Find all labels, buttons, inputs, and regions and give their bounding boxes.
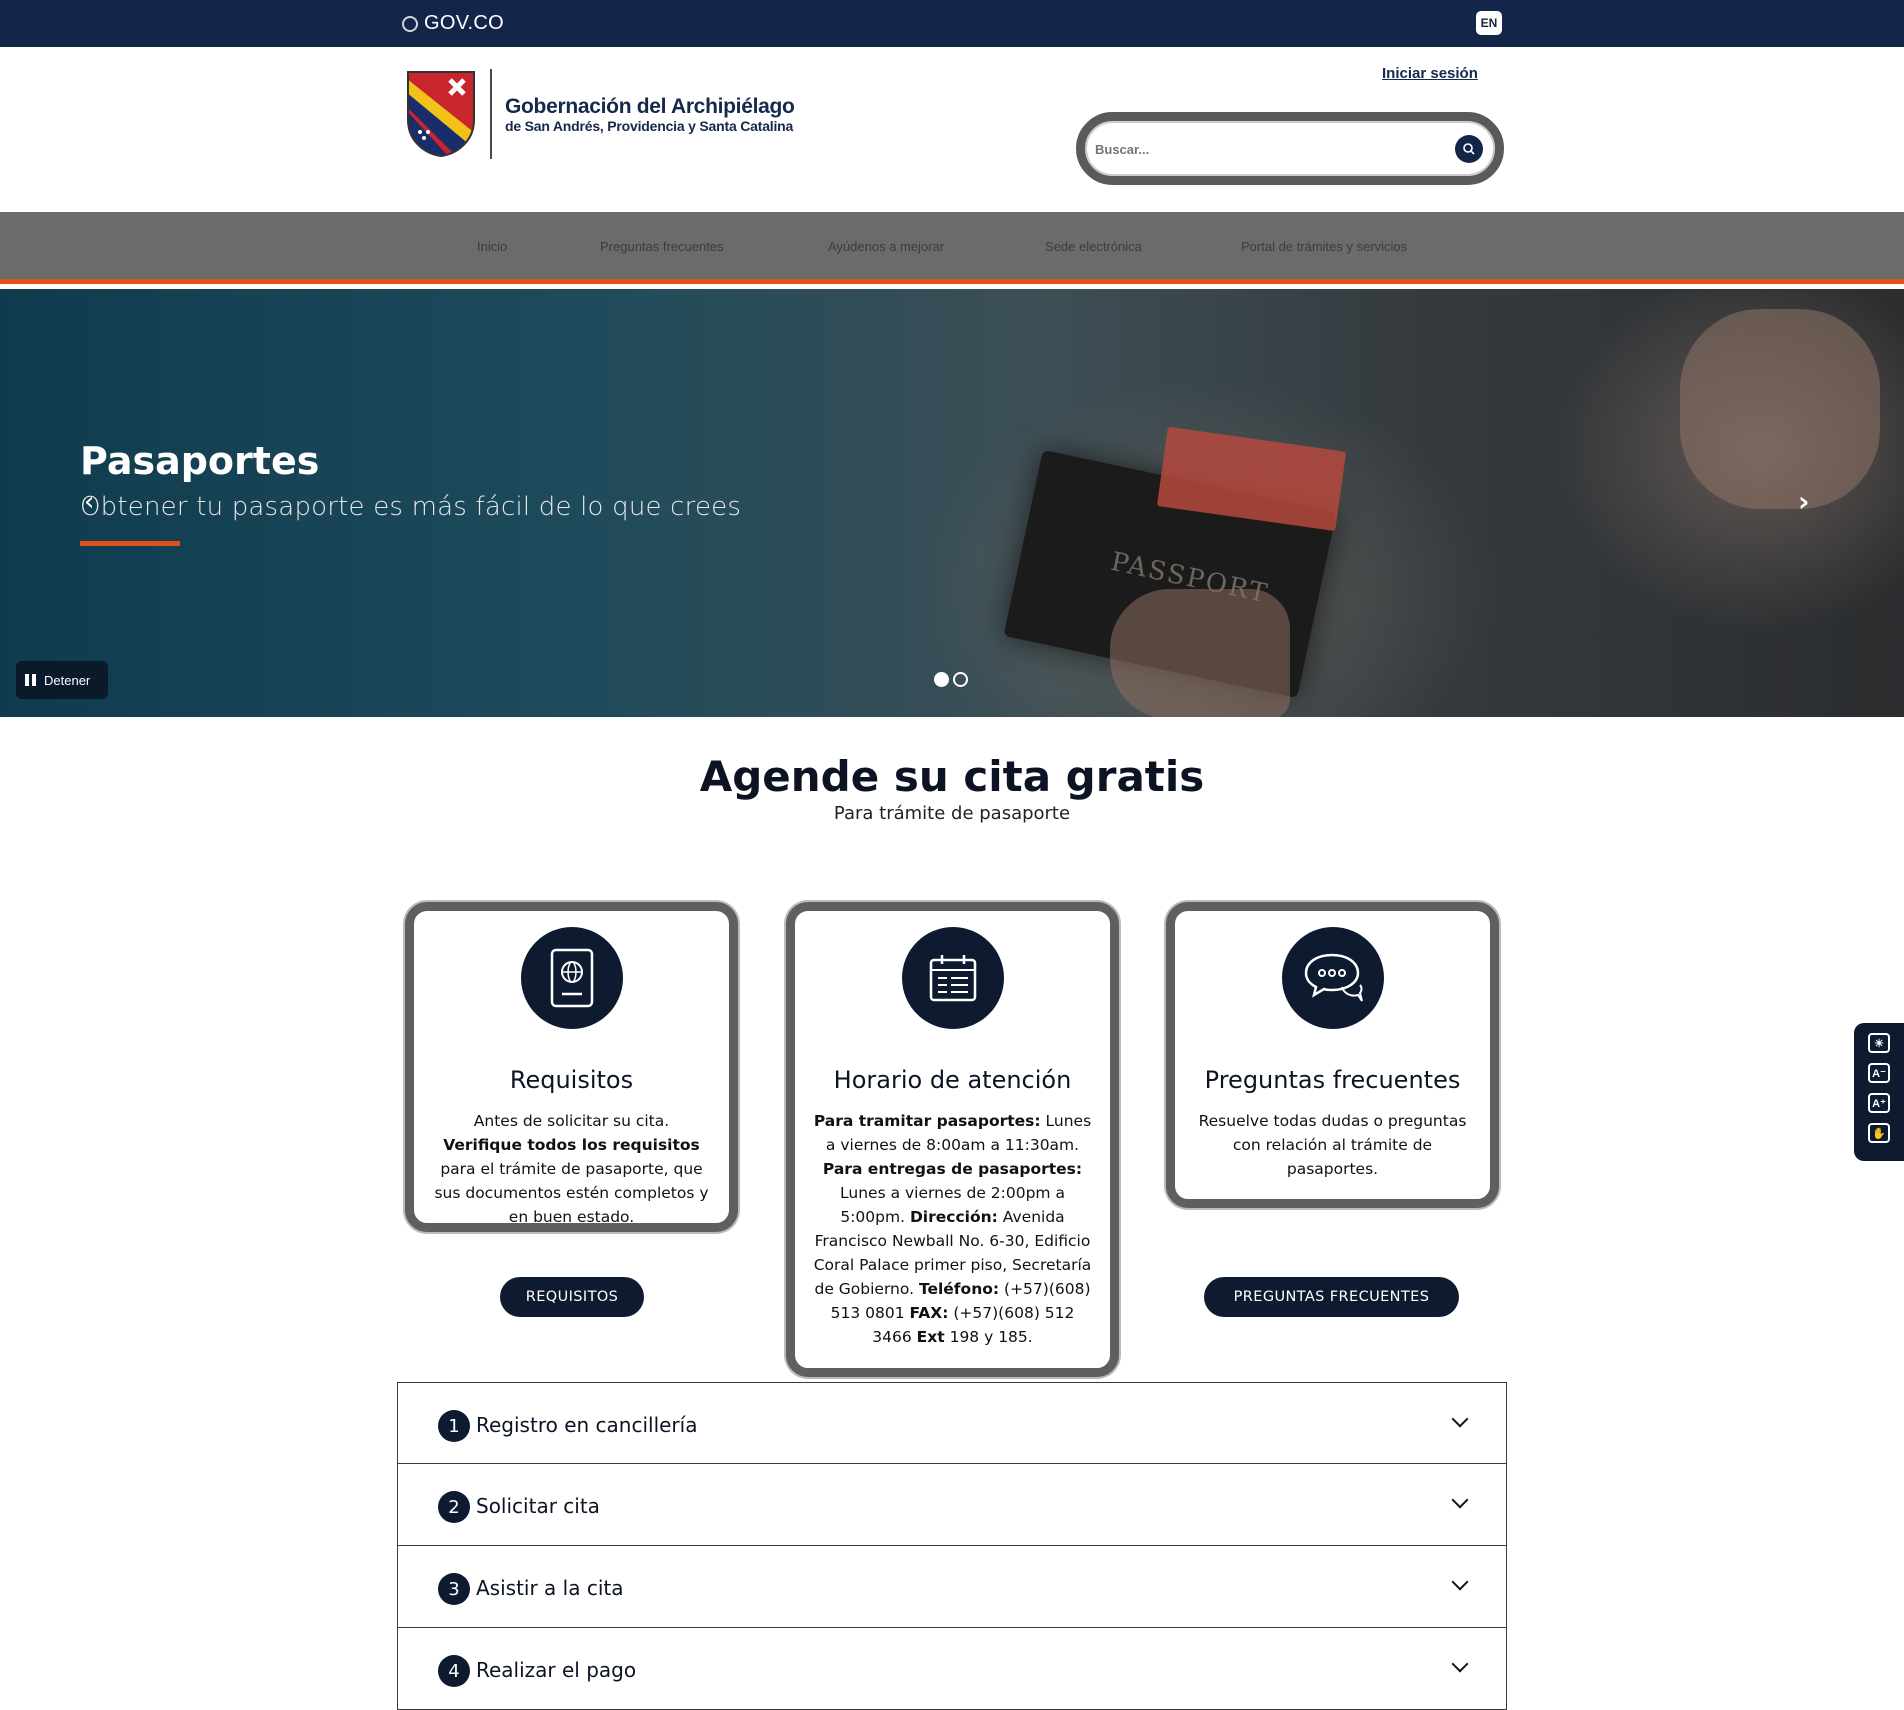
step-number-badge: 1	[438, 1410, 470, 1442]
card-body: Para tramitar pasaportes: Lunes a vierne…	[813, 1109, 1092, 1349]
card-body: Antes de solicitar su cita. Verifique to…	[432, 1109, 711, 1229]
pause-icon	[25, 674, 36, 686]
nav-item-inicio[interactable]: Inicio	[477, 239, 507, 254]
preguntas-frecuentes-button[interactable]: PREGUNTAS FRECUENTES	[1204, 1277, 1459, 1317]
card-body-text: Resuelve todas dudas o preguntas con rel…	[1198, 1112, 1467, 1178]
carousel-next-icon[interactable]: ›	[1798, 485, 1810, 518]
nav-item-portal-tramites[interactable]: Portal de trámites y servicios	[1241, 239, 1407, 254]
chat-bubbles-icon	[1304, 953, 1363, 1002]
search-icon	[1463, 143, 1475, 155]
coat-of-arms-icon[interactable]	[406, 70, 476, 158]
accordion-item[interactable]: 2 Solicitar cita	[397, 1464, 1507, 1546]
step-number-badge: 3	[438, 1573, 470, 1605]
card-body-bold-text: FAX:	[909, 1304, 949, 1322]
carousel-indicators	[934, 672, 968, 687]
carousel-prev-icon[interactable]: ‹	[84, 487, 94, 517]
nav-item-preguntas-frecuentes[interactable]: Preguntas frecuentes	[600, 239, 724, 254]
hero-image-hand	[1680, 309, 1880, 509]
colombia-seal-icon	[402, 15, 418, 32]
gov-co-text: GOV.CO	[424, 12, 504, 34]
passport-icon	[550, 948, 593, 1008]
hero-image-hand	[1110, 589, 1290, 717]
chevron-down-icon[interactable]	[1451, 1491, 1469, 1509]
sign-language-icon[interactable]: ✋	[1868, 1123, 1890, 1143]
card-body-bold-text: Para entregas de pasaportes:	[822, 1160, 1083, 1178]
carousel-dot[interactable]	[934, 672, 949, 687]
card-body-text: Antes de solicitar su cita.	[473, 1112, 670, 1130]
brand-title[interactable]: Gobernación del Archipiélago	[505, 95, 795, 119]
search-box	[1076, 112, 1504, 185]
accordion-label: Registro en cancillería	[476, 1413, 698, 1437]
chevron-down-icon[interactable]	[1451, 1655, 1469, 1673]
accordion-item[interactable]: 1 Registro en cancillería	[397, 1382, 1507, 1464]
card-horario: Horario de atención Para tramitar pasapo…	[786, 902, 1119, 1377]
card-title: Requisitos	[509, 1066, 634, 1094]
card-body-text: para el trámite de pasaporte, que sus do…	[434, 1160, 709, 1226]
section-title: Agende su cita gratis	[699, 752, 1205, 801]
login-link[interactable]: Iniciar sesión	[1382, 65, 1478, 82]
hero-image-ticket	[1156, 426, 1347, 532]
card-body-bold-text: Verifique todos los requisitos	[443, 1136, 700, 1154]
card-icon-circle	[1281, 927, 1384, 1029]
card-icon-circle	[520, 927, 623, 1029]
section-subtitle: Para trámite de pasaporte	[833, 803, 1071, 824]
hero-accent-line	[80, 541, 180, 546]
card-title: Preguntas frecuentes	[1204, 1066, 1461, 1094]
card-title: Horario de atención	[833, 1066, 1072, 1094]
carousel-pause-button[interactable]: Detener	[16, 661, 108, 699]
accessibility-toolbar: ☀ A⁻ A⁺ ✋	[1854, 1023, 1904, 1161]
brand-divider	[490, 69, 492, 159]
card-body-bold-text: Ext	[916, 1328, 945, 1346]
step-number-badge: 4	[438, 1655, 470, 1687]
card-requisitos: Requisitos Antes de solicitar su cita. V…	[405, 902, 738, 1232]
hero-subtitle: Obtener tu pasaporte es más fácil de lo …	[80, 492, 742, 522]
card-icon-circle	[901, 927, 1004, 1029]
requisitos-button[interactable]: REQUISITOS	[500, 1277, 644, 1317]
gov-co-logo[interactable]: GOV.CO	[402, 12, 504, 35]
main-nav: Inicio Preguntas frecuentes Ayúdenos a m…	[0, 212, 1904, 284]
brand-subtitle[interactable]: de San Andrés, Providencia y Santa Catal…	[505, 118, 793, 134]
card-body-bold-text: Para tramitar pasaportes:	[813, 1112, 1041, 1130]
calendar-icon	[929, 955, 976, 1002]
chevron-down-icon[interactable]	[1451, 1573, 1469, 1591]
language-button[interactable]: EN	[1476, 11, 1502, 35]
nav-item-sede-electronica[interactable]: Sede electrónica	[1045, 239, 1142, 254]
nav-item-ayudenos-a-mejorar[interactable]: Ayúdenos a mejorar	[828, 239, 944, 254]
accordion-item[interactable]: 3 Asistir a la cita	[397, 1546, 1507, 1628]
steps-accordion: 1 Registro en cancillería 2 Solicitar ci…	[397, 1382, 1507, 1710]
accordion-label: Asistir a la cita	[476, 1576, 624, 1600]
header: Gobernación del Archipiélago de San Andr…	[0, 47, 1904, 212]
pause-label: Detener	[44, 672, 91, 688]
card-body-bold-text: Dirección:	[909, 1208, 998, 1226]
card-body-text: 198 y 185.	[944, 1328, 1033, 1346]
step-number-badge: 2	[438, 1491, 470, 1523]
gov-bar: GOV.CO EN	[0, 0, 1904, 47]
hero-carousel: PASSPORT Pasaportes Obtener tu pasaporte…	[0, 289, 1904, 717]
card-preguntas-frecuentes: Preguntas frecuentes Resuelve todas duda…	[1166, 902, 1499, 1208]
card-body-bold-text: Teléfono:	[918, 1280, 1000, 1298]
carousel-dot[interactable]	[953, 672, 968, 687]
search-input[interactable]	[1095, 131, 1425, 167]
search-button[interactable]	[1455, 135, 1483, 163]
accordion-label: Solicitar cita	[476, 1494, 600, 1518]
decrease-font-icon[interactable]: A⁻	[1868, 1063, 1890, 1083]
chevron-down-icon[interactable]	[1451, 1410, 1469, 1428]
accordion-item[interactable]: 4 Realizar el pago	[397, 1628, 1507, 1710]
contrast-icon[interactable]: ☀	[1868, 1033, 1890, 1053]
increase-font-icon[interactable]: A⁺	[1868, 1093, 1890, 1113]
card-body: Resuelve todas dudas o preguntas con rel…	[1193, 1109, 1472, 1181]
accordion-label: Realizar el pago	[476, 1658, 637, 1682]
hero-title: Pasaportes	[80, 439, 320, 483]
